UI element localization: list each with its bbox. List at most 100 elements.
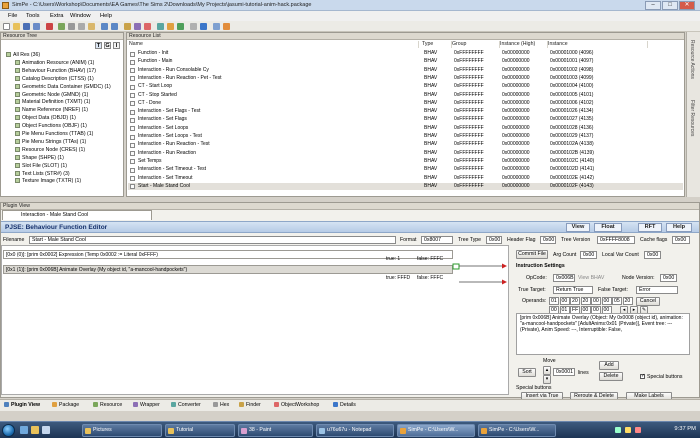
column-type[interactable]: Type: [422, 41, 452, 48]
tab-converter[interactable]: Converter: [171, 402, 201, 408]
refresh-icon[interactable]: [157, 23, 164, 30]
tray-volume-icon[interactable]: [625, 427, 631, 433]
operand-byte-input[interactable]: 00: [559, 297, 570, 305]
operand-byte-input[interactable]: 20: [570, 297, 580, 305]
tab-package[interactable]: Package: [52, 402, 79, 408]
node-version-input[interactable]: 0x00: [660, 274, 677, 282]
filter-resources-tab[interactable]: Filter Resources: [689, 100, 695, 136]
help-button[interactable]: Help: [666, 223, 692, 232]
arg-count-input[interactable]: 0x00: [580, 251, 597, 259]
help-icon[interactable]: [200, 23, 207, 30]
explorer-quicklaunch-icon[interactable]: [31, 426, 39, 434]
tray-network-icon[interactable]: [615, 427, 621, 433]
maximize-button[interactable]: □: [662, 1, 678, 10]
tree-item-all-resources[interactable]: All Res (36): [6, 52, 40, 59]
instruction-node-1[interactable]: [0x1 (1)]: [prim 0x006B] Animate Overlay…: [3, 265, 453, 281]
operand-byte-input[interactable]: 01: [549, 297, 559, 305]
delete-button[interactable]: Delete: [599, 372, 623, 381]
tree-type-toggle[interactable]: T: [95, 42, 102, 49]
tree-item[interactable]: Resource Node (CRES) (1): [15, 146, 85, 154]
operand-byte-input[interactable]: 00: [591, 297, 601, 305]
list-row[interactable]: CT - Done BHAV 0xFFFFFFFF 0x00000000 0x00001…: [128, 100, 683, 108]
sort-button[interactable]: Sort: [518, 368, 536, 377]
list-row[interactable]: Interaction - Set Loops BHAV 0xFFFFFFFF 0x0…: [128, 125, 683, 133]
menu-file[interactable]: File: [8, 13, 17, 19]
add-button[interactable]: Add: [599, 361, 619, 370]
close-button[interactable]: ✕: [679, 1, 695, 10]
special-buttons-checkbox[interactable]: ✓: [640, 374, 645, 379]
column-instance[interactable]: Instance: [548, 41, 648, 48]
menu-extra[interactable]: Extra: [50, 13, 64, 19]
operand-byte-input[interactable]: 20: [622, 297, 633, 305]
list-row[interactable]: Interaction - Set Flags - Test BHAV 0xFFFF…: [128, 108, 683, 116]
info-icon[interactable]: [223, 23, 230, 30]
close-doc-icon[interactable]: [46, 23, 53, 30]
local-var-input[interactable]: 0x00: [644, 251, 661, 259]
list-row[interactable]: Interaction - Run Reaction - Test BHAV 0xF…: [128, 141, 683, 149]
column-instance-high[interactable]: Instance (High): [500, 41, 548, 48]
tree-item[interactable]: Object Data (OBJD) (1): [15, 115, 76, 122]
export-icon[interactable]: [111, 23, 118, 30]
taskbar-clock[interactable]: 9:37 PM: [674, 426, 696, 432]
ie-quicklaunch-icon[interactable]: [20, 426, 28, 434]
paste-icon[interactable]: [88, 23, 95, 30]
list-row[interactable]: Interaction - Set Timeout - Test BHAV 0xFF…: [128, 166, 683, 174]
list-row[interactable]: Interaction - Run Reaction BHAV 0xFFFFFFFF…: [128, 150, 683, 158]
start-orb-icon[interactable]: [2, 424, 15, 437]
float-button[interactable]: Float: [594, 223, 622, 232]
tree-item[interactable]: Catalog Description (CTSS) (1): [15, 75, 94, 83]
commit-file-button[interactable]: Commit File: [516, 250, 548, 259]
tab-objectworkshop[interactable]: ObjectWorkshop: [274, 402, 319, 408]
tree-item[interactable]: Shape (SHPE) (1): [15, 154, 64, 162]
settings-icon[interactable]: [190, 23, 197, 30]
list-row[interactable]: Function - Main BHAV 0xFFFFFFFF 0x00000000 0…: [128, 58, 683, 66]
tree-item[interactable]: Behaviour Function (BHAV) (17): [15, 67, 96, 75]
task-simpe-1[interactable]: SimPe - C:\Users\W...: [397, 424, 475, 437]
column-name[interactable]: Name: [129, 41, 419, 48]
list-row[interactable]: Interaction - Set Loops - Test BHAV 0xFFFF…: [128, 133, 683, 141]
tree-group-toggle[interactable]: G: [104, 42, 111, 49]
list-row[interactable]: CT - Stop Started BHAV 0xFFFFFFFF 0x0000000…: [128, 92, 683, 100]
task-tutorial[interactable]: Tutorial: [165, 424, 235, 437]
rft-button[interactable]: RFT: [638, 223, 662, 232]
tree-item[interactable]: Material Definition (TXMT) (1): [15, 99, 90, 106]
list-row[interactable]: Interaction - Set Timeout BHAV 0xFFFFFFFF 0…: [128, 175, 683, 183]
resource-actions-tab[interactable]: Resource Actions: [689, 40, 695, 79]
tree-item[interactable]: Animation Resource (ANIM) (1): [15, 59, 94, 67]
minimize-button[interactable]: –: [645, 1, 661, 10]
opcode-input[interactable]: 0x006B: [553, 274, 575, 282]
tree-item[interactable]: Pie Menu Strings (TTAs) (1): [15, 138, 86, 146]
tree-type-input[interactable]: 0x00: [486, 236, 502, 244]
window-icon[interactable]: [213, 23, 220, 30]
search-icon[interactable]: [124, 23, 131, 30]
view-button[interactable]: View: [566, 223, 590, 232]
move-lines-input[interactable]: 0x0001: [553, 368, 575, 376]
check-icon[interactable]: [177, 23, 184, 30]
cut-icon[interactable]: [68, 23, 75, 30]
tools-icon[interactable]: [134, 23, 141, 30]
move-up-icon[interactable]: ▴: [543, 366, 551, 375]
column-group[interactable]: Group: [452, 41, 500, 48]
list-row[interactable]: Interaction - Run Reaction - Pet - Test B…: [128, 75, 683, 83]
copy-icon[interactable]: [78, 23, 85, 30]
tab-wrapper[interactable]: Wrapper: [133, 402, 160, 408]
tab-resource[interactable]: Resource: [93, 402, 122, 408]
delete-icon[interactable]: [144, 23, 151, 30]
tree-item[interactable]: Pie Menu Functions (TTAB) (1): [15, 131, 93, 138]
list-row[interactable]: Interaction - Run Consolable Cy BHAV 0xFFF…: [128, 67, 683, 75]
star-icon[interactable]: [167, 23, 174, 30]
cache-flags-input[interactable]: 0x00: [672, 236, 690, 244]
menu-window[interactable]: Window: [70, 13, 91, 19]
tab-plugin-view[interactable]: Plugin View: [4, 402, 40, 408]
list-row[interactable]: Function - Init BHAV 0xFFFFFFFF 0x00000000 0…: [128, 50, 683, 58]
open-folder-icon[interactable]: [13, 23, 20, 30]
tree-item[interactable]: Texture Image (TXTR) (1): [15, 178, 81, 185]
operand-byte-input[interactable]: 00: [601, 297, 612, 305]
false-target-select[interactable]: Error: [636, 286, 678, 294]
cancel-button[interactable]: Cancel: [636, 297, 660, 306]
tree-version-input[interactable]: 0xFFFF8008: [597, 236, 635, 244]
new-icon[interactable]: [3, 23, 10, 30]
tab-details[interactable]: Details: [333, 402, 356, 408]
tree-item[interactable]: Geometric Data Container (GMDC) (1): [15, 83, 111, 91]
task-simpe-2[interactable]: SimPe - C:\Users\W...: [478, 424, 556, 437]
